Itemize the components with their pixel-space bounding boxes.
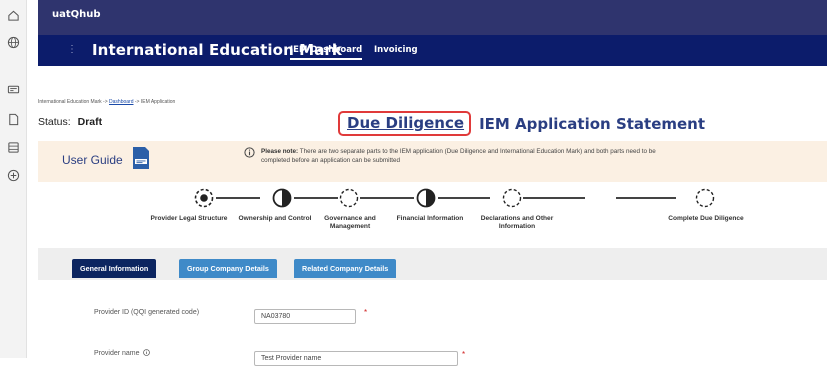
note-body: There are two separate parts to the IEM … — [261, 148, 656, 164]
step-connector — [523, 197, 585, 199]
step-label-governance-and-management[interactable]: Governance and Management — [318, 215, 382, 231]
step-empty-icon[interactable] — [501, 187, 523, 209]
tab-related-company-details[interactable]: Related Company Details — [294, 259, 397, 278]
iem-statement-title[interactable]: IEM Application Statement — [479, 115, 705, 133]
provider-name-label-text: Provider name — [94, 350, 140, 357]
nav-link-iem-dashboard[interactable]: IEM Dashboard — [290, 45, 363, 60]
step-connector — [294, 197, 338, 199]
provider-id-field[interactable]: NA03780 — [254, 309, 356, 324]
user-guide-icon[interactable] — [131, 146, 151, 170]
info-banner: User Guide Please note: There are two se… — [38, 141, 827, 182]
breadcrumb-dashboard-link[interactable]: Dashboard — [109, 99, 133, 105]
status-label: Status: — [38, 116, 71, 128]
nav-bar: ⋮ International Education Mark IEM Dashb… — [38, 35, 827, 66]
step-connector — [438, 197, 490, 199]
step-current-icon[interactable] — [193, 187, 215, 209]
tab-group-company-details[interactable]: Group Company Details — [179, 259, 277, 278]
step-label-ownership-and-control[interactable]: Ownership and Control — [227, 215, 323, 223]
required-marker: * — [364, 308, 368, 317]
note-prefix: Please note: — [261, 148, 299, 155]
user-guide-label[interactable]: User Guide — [62, 153, 123, 167]
breadcrumb-root: International Education Mark -> — [38, 99, 108, 105]
home-icon[interactable] — [6, 8, 21, 23]
menu-dots-icon[interactable]: ⋮ — [67, 44, 77, 55]
top-bar: uatQhub — [38, 0, 827, 35]
due-diligence-highlight: Due Diligence — [338, 111, 472, 136]
status-value: Draft — [77, 116, 103, 128]
page-title: Due Diligence IEM Application Statement — [338, 111, 705, 136]
card-icon[interactable] — [6, 82, 21, 97]
application-status: Status: Draft — [38, 116, 102, 128]
help-icon[interactable] — [143, 349, 151, 356]
step-empty-icon[interactable] — [694, 187, 716, 209]
note-text: Please note: There are two separate part… — [261, 147, 661, 165]
step-partial-icon[interactable] — [415, 187, 437, 209]
general-information-form: Provider ID (QQI generated code) NA03780… — [38, 280, 827, 366]
globe-icon[interactable] — [6, 35, 21, 50]
add-circle-icon[interactable] — [6, 168, 21, 183]
provider-id-label: Provider ID (QQI generated code) — [94, 309, 200, 316]
progress-stepper: Provider Legal Structure Ownership and C… — [38, 182, 827, 248]
step-label-financial-information[interactable]: Financial Information — [382, 215, 478, 223]
provider-name-label: Provider name — [94, 349, 151, 358]
info-icon — [244, 147, 255, 158]
breadcrumb: International Education Mark -> Dashboar… — [38, 99, 175, 105]
breadcrumb-current: -> IEM Application — [134, 99, 176, 105]
hub-name[interactable]: uatQhub — [52, 9, 101, 20]
step-connector — [216, 197, 260, 199]
provider-name-field[interactable]: Test Provider name — [254, 351, 458, 366]
step-label-complete-due-diligence[interactable]: Complete Due Diligence — [656, 215, 756, 223]
tab-strip: General Information Group Company Detail… — [38, 248, 827, 280]
nav-link-invoicing[interactable]: Invoicing — [374, 45, 418, 58]
step-empty-icon[interactable] — [338, 187, 360, 209]
database-icon[interactable] — [6, 140, 21, 155]
due-diligence-link[interactable]: Due Diligence — [347, 114, 464, 132]
tab-general-information[interactable]: General Information — [72, 259, 157, 278]
step-connector — [616, 197, 676, 199]
left-icon-rail — [0, 0, 27, 358]
step-connector — [360, 197, 414, 199]
document-icon[interactable] — [6, 112, 21, 127]
step-label-declarations-and-other-information[interactable]: Declarations and Other Information — [469, 215, 565, 231]
step-partial-icon[interactable] — [271, 187, 293, 209]
